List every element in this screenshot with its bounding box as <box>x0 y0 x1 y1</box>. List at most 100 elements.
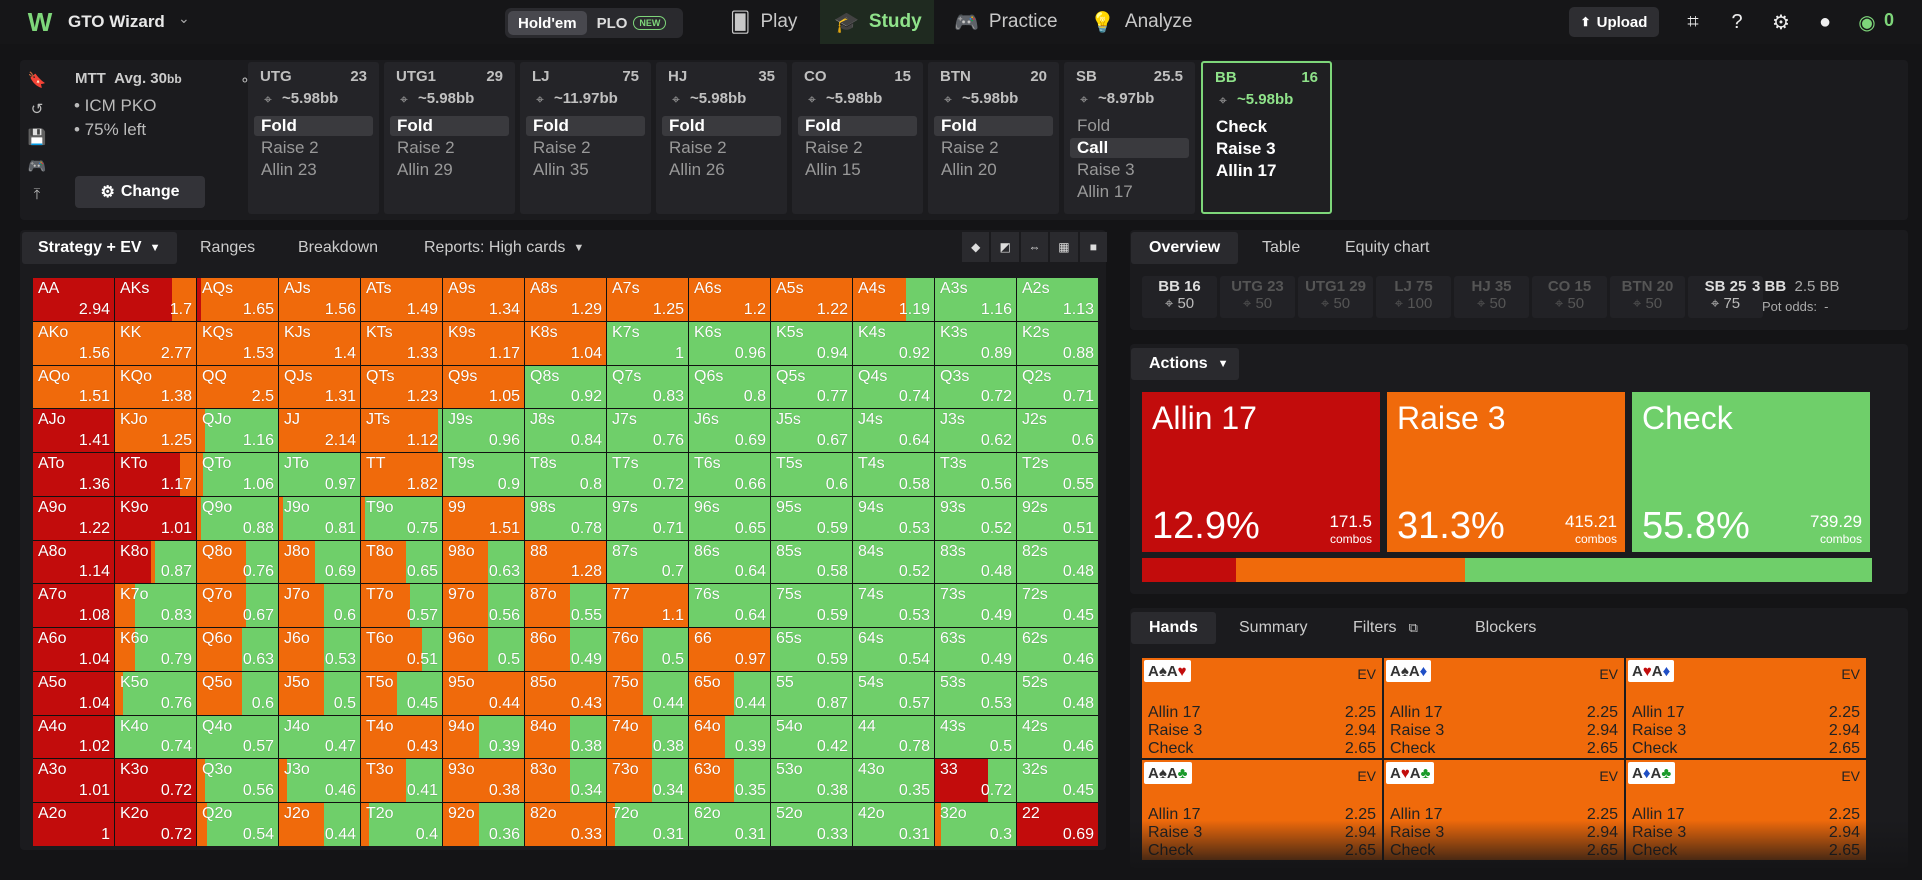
tab-breakdown[interactable]: Breakdown <box>298 232 378 264</box>
hand-cell[interactable]: K2s 0.88 <box>1017 321 1098 365</box>
hand-cell[interactable]: 74s 0.53 <box>853 584 934 628</box>
hand-cell[interactable]: KJo 1.25 <box>115 409 196 453</box>
hand-cell[interactable]: K9s 1.17 <box>443 321 524 365</box>
position-action[interactable]: Fold <box>798 116 917 136</box>
position-card-utg[interactable]: UTG 23 ⌖ ~5.98bb Fold Raise 2 Allin 23 <box>248 62 379 214</box>
hand-cell[interactable]: 76o 0.5 <box>607 628 688 671</box>
hand-cell[interactable]: T4s 0.58 <box>853 453 934 496</box>
hand-cell[interactable]: K6o 0.79 <box>115 628 196 671</box>
hand-cell[interactable]: Q8s 0.92 <box>525 365 606 409</box>
tab-equity-chart[interactable]: Equity chart <box>1345 232 1429 264</box>
hand-cell[interactable]: A6o 1.04 <box>33 628 114 671</box>
action-box[interactable]: Raise 3 31.3% 415.21 combos <box>1387 392 1625 552</box>
hand-cell[interactable]: K7o 0.83 <box>115 584 196 628</box>
square-icon[interactable]: ■ <box>1079 232 1108 262</box>
hand-cell[interactable]: T6s 0.66 <box>689 453 770 496</box>
hand-cell[interactable]: KTo 1.17 <box>115 453 196 496</box>
nav-analyze[interactable]: 💡 Analyze <box>1090 0 1220 44</box>
hand-cell[interactable]: JTs 1.12 <box>361 409 442 453</box>
hand-cell[interactable]: A8s 1.29 <box>525 278 606 321</box>
hand-cell[interactable]: Q8o 0.76 <box>197 540 278 584</box>
hand-cell[interactable]: J2o 0.44 <box>279 803 360 846</box>
hand-cell[interactable]: Q2o 0.54 <box>197 803 278 846</box>
hand-cell[interactable]: K4o 0.74 <box>115 715 196 759</box>
change-button[interactable]: ⚙ Change <box>75 176 205 208</box>
hand-cell[interactable]: AA 2.94 <box>33 278 114 321</box>
position-action[interactable]: Allin 20 <box>934 160 1053 180</box>
brand-name[interactable]: GTO Wizard <box>68 12 165 32</box>
hand-cell[interactable]: Q6o 0.63 <box>197 628 278 671</box>
position-action[interactable]: Raise 2 <box>526 138 645 158</box>
hand-cell[interactable]: T8o 0.65 <box>361 540 442 584</box>
hand-cell[interactable]: K3o 0.72 <box>115 759 196 803</box>
user-icon[interactable]: ● <box>1811 8 1839 36</box>
hand-cell[interactable]: J3o 0.46 <box>279 759 360 803</box>
hand-combo-card[interactable]: A ♠ A ♥ EV Allin 17 2.25 Raise 3 2.94 Check 2.65 <box>1142 658 1382 758</box>
position-action[interactable]: Fold <box>254 116 373 136</box>
hand-cell[interactable]: 64o 0.39 <box>689 715 770 759</box>
split-view-icon[interactable]: ◩ <box>991 232 1019 262</box>
hand-combo-card[interactable]: A ♥ A ♦ EV Allin 17 2.25 Raise 3 2.94 Check 2.65 <box>1626 658 1866 758</box>
gto-wizard-logo-icon[interactable]: W <box>24 7 56 37</box>
hand-cell[interactable]: ATs 1.49 <box>361 278 442 321</box>
hand-cell[interactable]: 63s 0.49 <box>935 628 1016 671</box>
position-card-sb[interactable]: SB 25.5 ⌖ ~8.97bb Fold Call Raise 3 Allin 17 <box>1064 62 1195 214</box>
tab-filters[interactable]: Filters ⧉ <box>1353 612 1418 644</box>
position-card-bb[interactable]: BB 16 ⌖ ~5.98bb Check Raise 3 Allin 17 <box>1201 61 1332 214</box>
hand-cell[interactable]: QJs 1.31 <box>279 365 360 409</box>
hand-cell[interactable]: 85o 0.43 <box>525 671 606 715</box>
hand-cell[interactable]: A2o 1 <box>33 803 114 846</box>
hand-cell[interactable]: AJo 1.41 <box>33 409 114 453</box>
gear-icon[interactable]: ⚙ <box>1767 8 1795 36</box>
hand-cell[interactable]: T3o 0.41 <box>361 759 442 803</box>
position-action[interactable]: Allin 15 <box>798 160 917 180</box>
position-action[interactable]: Allin 26 <box>662 160 781 180</box>
hand-cell[interactable]: T9o 0.75 <box>361 496 442 540</box>
position-action[interactable]: Allin 17 <box>1070 182 1189 202</box>
hand-cell[interactable]: J4o 0.47 <box>279 715 360 759</box>
tab-table[interactable]: Table <box>1262 232 1300 264</box>
hand-cell[interactable]: J7s 0.76 <box>607 409 688 453</box>
hand-cell[interactable]: 84s 0.52 <box>853 540 934 584</box>
chevron-down-icon[interactable]: ⌄ <box>178 10 190 27</box>
position-action[interactable]: Allin 35 <box>526 160 645 180</box>
hand-cell[interactable]: 66 0.97 <box>689 628 770 671</box>
hand-cell[interactable]: 84o 0.38 <box>525 715 606 759</box>
hand-cell[interactable]: KJs 1.4 <box>279 321 360 365</box>
position-action[interactable]: Raise 2 <box>662 138 781 158</box>
hand-cell[interactable]: 83s 0.48 <box>935 540 1016 584</box>
hand-cell[interactable]: Q6s 0.8 <box>689 365 770 409</box>
hand-cell[interactable]: 83o 0.34 <box>525 759 606 803</box>
hand-cell[interactable]: T9s 0.9 <box>443 453 524 496</box>
hand-cell[interactable]: AKo 1.56 <box>33 321 114 365</box>
nav-study[interactable]: 🎓 Study <box>820 0 934 44</box>
grid-icon[interactable]: ▦ <box>1050 232 1078 262</box>
hand-cell[interactable]: T2s 0.55 <box>1017 453 1098 496</box>
hand-cell[interactable]: 87s 0.7 <box>607 540 688 584</box>
hand-cell[interactable]: K9o 1.01 <box>115 496 196 540</box>
hand-cell[interactable]: 62o 0.31 <box>689 803 770 846</box>
hand-cell[interactable]: 62s 0.46 <box>1017 628 1098 671</box>
hand-cell[interactable]: 52s 0.48 <box>1017 671 1098 715</box>
position-action[interactable]: Fold <box>526 116 645 136</box>
hand-cell[interactable]: T4o 0.43 <box>361 715 442 759</box>
hand-cell[interactable]: A8o 1.14 <box>33 540 114 584</box>
hand-cell[interactable]: A4s 1.19 <box>853 278 934 321</box>
hand-cell[interactable]: 73s 0.49 <box>935 584 1016 628</box>
hand-cell[interactable]: Q7o 0.67 <box>197 584 278 628</box>
hand-cell[interactable]: T3s 0.56 <box>935 453 1016 496</box>
tab-overview[interactable]: Overview <box>1131 232 1239 264</box>
upload-button[interactable]: ⬆ Upload <box>1569 7 1659 37</box>
hand-cell[interactable]: 82o 0.33 <box>525 803 606 846</box>
hand-cell[interactable]: J8s 0.84 <box>525 409 606 453</box>
hand-cell[interactable]: 97s 0.71 <box>607 496 688 540</box>
collapse-icon[interactable]: ⤒ <box>34 186 41 203</box>
position-card-co[interactable]: CO 15 ⌖ ~5.98bb Fold Raise 2 Allin 15 <box>792 62 923 214</box>
position-action[interactable]: Raise 2 <box>934 138 1053 158</box>
hand-cell[interactable]: KQs 1.53 <box>197 321 278 365</box>
hand-cell[interactable]: 99 1.51 <box>443 496 524 540</box>
hand-cell[interactable]: A5o 1.04 <box>33 671 114 715</box>
hand-cell[interactable]: A9s 1.34 <box>443 278 524 321</box>
bookmark-icon[interactable]: 🔖 <box>28 71 47 89</box>
hand-cell[interactable]: 53o 0.38 <box>771 759 852 803</box>
